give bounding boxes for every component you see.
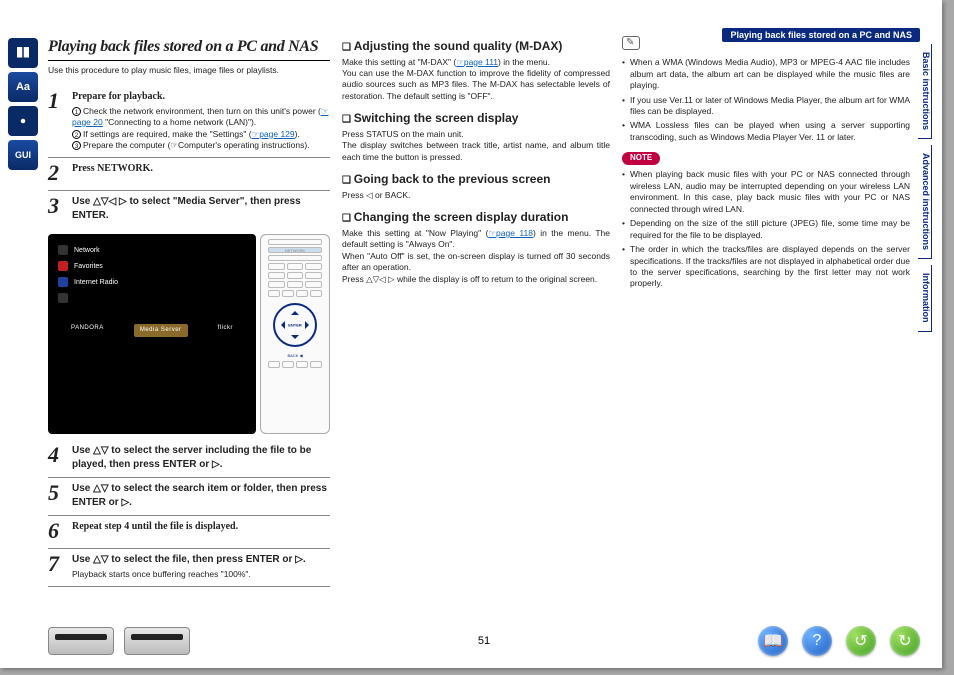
list-item: When playing back music files with your … <box>622 169 910 215</box>
list-item: When a WMA (Windows Media Audio), MP3 or… <box>622 57 910 91</box>
list-item: Depending on the size of the still pictu… <box>622 218 910 241</box>
contents-button[interactable]: 📖 <box>758 626 788 656</box>
gui-icon[interactable]: GUI <box>8 140 38 170</box>
step-number: 7 <box>48 553 66 580</box>
step-heading: Use △▽ to select the server including th… <box>72 445 311 470</box>
tv-preview: Network Favorites Internet Radio PANDORA… <box>48 234 256 434</box>
para: Press STATUS on the main unit. The displ… <box>342 129 610 163</box>
sidebar-rail: Aa GUI <box>8 38 38 170</box>
para: Press ◁ or BACK. <box>342 190 610 201</box>
step-heading: Use △▽◁ ▷ to select "Media Server", then… <box>72 196 301 221</box>
step-number: 3 <box>48 195 66 222</box>
para: Make this setting at "M-DAX" (☞page 111)… <box>342 57 610 103</box>
device-front-icon[interactable] <box>48 627 114 655</box>
step-number: 1 <box>48 90 66 151</box>
font-size-icon[interactable]: Aa <box>8 72 38 102</box>
dpad-icon <box>273 303 317 347</box>
heading-mdax: Adjusting the sound quality (M-DAX) <box>342 38 610 55</box>
step-number: 5 <box>48 482 66 509</box>
heading-display-duration: Changing the screen display duration <box>342 209 610 226</box>
book-icon[interactable] <box>8 38 38 68</box>
heading-go-back: Going back to the previous screen <box>342 171 610 188</box>
footer-nav: 📖 ? ↺ ↻ <box>758 626 920 656</box>
prev-page-button[interactable]: ↺ <box>846 626 876 656</box>
next-page-button[interactable]: ↻ <box>890 626 920 656</box>
section-tabs: Basic instructions Advanced instructions… <box>918 44 932 332</box>
step-heading: Use △▽ to select the file, then press EN… <box>72 554 306 565</box>
gear-icon[interactable] <box>8 106 38 136</box>
tab-advanced[interactable]: Advanced instructions <box>918 145 932 259</box>
remote-illustration: NETWORK BACK ◀ <box>260 234 330 434</box>
tips-list: When a WMA (Windows Media Audio), MP3 or… <box>622 57 910 143</box>
para: Make this setting at "Now Playing" (☞pag… <box>342 228 610 285</box>
page-title: Playing back files stored on a PC and NA… <box>48 36 330 61</box>
link-page-129[interactable]: ☞page 129 <box>252 129 295 139</box>
tab-basic[interactable]: Basic instructions <box>918 44 932 139</box>
help-button[interactable]: ? <box>802 626 832 656</box>
note-list: When playing back music files with your … <box>622 169 910 290</box>
step-heading: Repeat step 4 until the file is displaye… <box>72 521 238 532</box>
page-number: 51 <box>478 635 490 647</box>
step-number: 4 <box>48 444 66 471</box>
step-heading: Press NETWORK. <box>72 163 153 174</box>
list-item: WMA Lossless files can be played when us… <box>622 120 910 143</box>
device-rear-icon[interactable] <box>124 627 190 655</box>
list-item: The order in which the tracks/files are … <box>622 244 910 290</box>
heading-switch-display: Switching the screen display <box>342 110 610 127</box>
ui-illustration: Network Favorites Internet Radio PANDORA… <box>48 234 330 434</box>
step-heading: Use △▽ to select the search item or fold… <box>72 483 327 508</box>
link-page-118[interactable]: ☞page 118 <box>488 228 533 238</box>
note-badge: NOTE <box>622 152 660 165</box>
list-item: If you use Ver.11 or later of Windows Me… <box>622 95 910 118</box>
step-detail: Playback starts once buffering reaches "… <box>72 569 330 580</box>
page-subtitle: Use this procedure to play music files, … <box>48 65 330 76</box>
link-page-111[interactable]: ☞page 111 <box>456 57 498 67</box>
step-number: 2 <box>48 162 66 184</box>
tab-information[interactable]: Information <box>918 265 932 332</box>
note-icon <box>622 36 640 50</box>
step-heading: Prepare for playback. <box>72 91 165 102</box>
step-number: 6 <box>48 520 66 542</box>
